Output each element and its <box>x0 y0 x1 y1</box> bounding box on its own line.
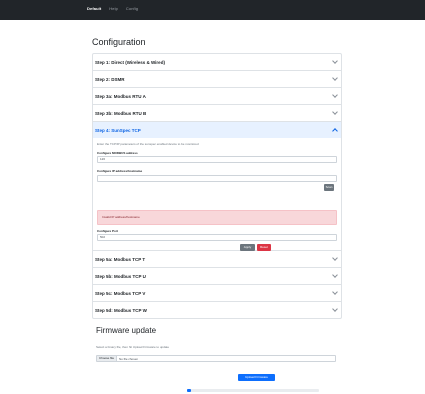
accordion-item-step-5d: Step 5d: Modbus TCP W <box>93 302 341 318</box>
accordion-header-step-3b[interactable]: Step 3b: Modbus RTU B <box>93 105 341 121</box>
accordion-header-label: Step 5d: Modbus TCP W <box>95 307 147 313</box>
accordion-header-step-5a[interactable]: Step 5a: Modbus TCP T <box>93 251 341 267</box>
accordion-item-step-5b: Step 5b: Modbus TCP U <box>93 268 341 285</box>
nav-link-help[interactable]: Help <box>109 6 118 12</box>
sunspec-help-text: Enter the TCP/IP parameters of the sunsp… <box>97 142 199 146</box>
accordion-header-label: Step 3a: Modbus RTU A <box>95 93 146 99</box>
chevron-down-icon <box>332 255 338 261</box>
upload-progress-bar <box>187 389 319 392</box>
top-nav: Default Help Config <box>87 6 138 12</box>
chevron-down-icon <box>332 272 338 278</box>
chevron-down-icon <box>332 75 338 81</box>
upload-firmware-button[interactable]: Upload Firmware <box>238 374 275 381</box>
main-content: Configuration Step 1: Direct (Wireless &… <box>92 20 342 394</box>
accordion-item-step-3b: Step 3b: Modbus RTU B <box>93 105 341 122</box>
modbus-address-input[interactable]: 126 <box>97 156 337 163</box>
accordion-header-label: Step 5b: Modbus TCP U <box>95 273 146 279</box>
chevron-up-icon <box>332 128 338 134</box>
firmware-file-input[interactable]: Choose file No file chosen <box>96 355 336 362</box>
chevron-down-icon <box>332 109 338 115</box>
port-label: Configure Port <box>97 229 118 233</box>
accordion-header-label: Step 5c: Modbus TCP V <box>95 290 146 296</box>
accordion-item-step-5a: Step 5a: Modbus TCP T <box>93 251 341 268</box>
port-input[interactable]: 502 <box>97 234 337 241</box>
page-title: Configuration <box>92 37 146 47</box>
ip-address-input[interactable] <box>97 175 337 182</box>
accordion-header-step-2[interactable]: Step 2: DSMR <box>93 71 341 87</box>
accordion-header-label: Step 5a: Modbus TCP T <box>95 256 146 262</box>
ip-address-label: Configure IP address/hostname <box>97 169 143 173</box>
accordion-header-step-4[interactable]: Step 4: SunSpec TCP <box>93 122 341 138</box>
reset-button[interactable]: Reset <box>257 244 271 251</box>
accordion-item-step-3a: Step 3a: Modbus RTU A <box>93 88 341 105</box>
nav-link-default[interactable]: Default <box>87 6 101 12</box>
accordion-header-step-3a[interactable]: Step 3a: Modbus RTU A <box>93 88 341 104</box>
firmware-title: Firmware update <box>96 326 157 335</box>
ip-error-alert: Invalid IP address/hostname <box>97 210 337 225</box>
sunspec-form: Enter the TCP/IP parameters of the sunsp… <box>93 138 341 251</box>
accordion-header-step-1[interactable]: Step 1: Direct (Wireless & Wired) <box>93 54 341 70</box>
top-navbar: Default Help Config <box>0 0 425 20</box>
firmware-update-section: Firmware update Select a binary file, th… <box>92 321 342 394</box>
accordion-header-label: Step 2: DSMR <box>95 76 125 82</box>
accordion-header-label: Step 4: SunSpec TCP <box>95 127 141 133</box>
nav-link-config[interactable]: Config <box>126 6 138 12</box>
accordion-item-step-5c: Step 5c: Modbus TCP V <box>93 285 341 302</box>
modbus-address-label: Configure MODBUS address <box>97 151 138 155</box>
chevron-down-icon <box>332 58 338 64</box>
accordion-header-label: Step 1: Direct (Wireless & Wired) <box>95 59 165 65</box>
config-accordion: Step 1: Direct (Wireless & Wired) Step 2… <box>92 53 342 319</box>
accordion-item-step-4: Step 4: SunSpec TCP Enter the TCP/IP par… <box>93 122 341 251</box>
accordion-header-label: Step 3b: Modbus RTU B <box>95 110 147 116</box>
choose-file-button[interactable]: Choose file <box>97 356 118 361</box>
chevron-down-icon <box>332 306 338 312</box>
upload-progress-fill <box>187 389 191 392</box>
apply-button[interactable]: Apply <box>240 244 255 251</box>
chevron-down-icon <box>332 92 338 98</box>
scan-button[interactable]: Scan <box>324 184 334 191</box>
chevron-down-icon <box>332 289 338 295</box>
file-name-text: No file chosen <box>119 356 139 361</box>
accordion-header-step-5b[interactable]: Step 5b: Modbus TCP U <box>93 268 341 284</box>
firmware-help-text: Select a binary file, then hit Upload Fi… <box>96 345 170 349</box>
accordion-item-step-2: Step 2: DSMR <box>93 71 341 88</box>
accordion-header-step-5c[interactable]: Step 5c: Modbus TCP V <box>93 285 341 301</box>
accordion-item-step-1: Step 1: Direct (Wireless & Wired) <box>93 54 341 71</box>
accordion-header-step-5d[interactable]: Step 5d: Modbus TCP W <box>93 302 341 318</box>
